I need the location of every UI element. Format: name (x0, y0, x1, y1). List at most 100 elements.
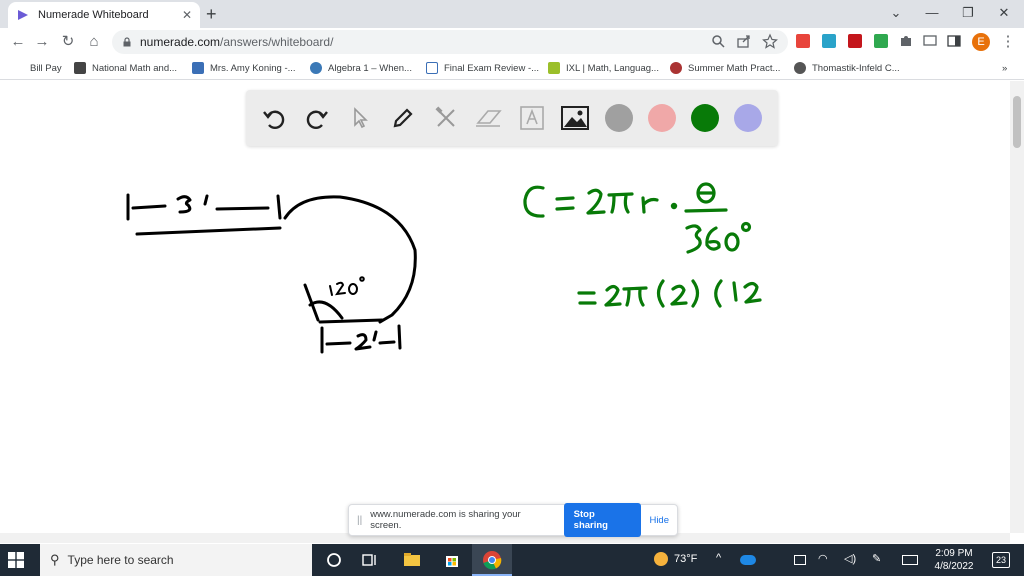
vertical-scrollbar[interactable] (1010, 81, 1024, 533)
bookmark-star-icon[interactable] (762, 33, 778, 49)
search-icon: ⚲ (50, 552, 60, 567)
bookmark-favicon-icon (74, 62, 86, 74)
zoom-icon[interactable] (710, 33, 726, 49)
drag-handle-icon[interactable]: || (357, 515, 362, 526)
pdf-extension-icon[interactable] (848, 34, 862, 48)
side-panel-icon[interactable] (946, 33, 962, 49)
notification-center-icon[interactable]: 23 (992, 552, 1010, 568)
scrollbar-thumb[interactable] (1013, 96, 1021, 148)
tools-icon (435, 106, 455, 127)
color-swatch-gray[interactable] (605, 104, 633, 132)
bookmark-item[interactable]: IXL | Math, Languag... (548, 60, 659, 76)
tray-chevron-icon[interactable]: ^ (716, 552, 721, 564)
profile-avatar[interactable]: E (972, 33, 990, 51)
chrome-taskbar-button[interactable] (472, 544, 512, 576)
pointer-tool[interactable] (344, 102, 376, 134)
bookmark-item[interactable]: Bill Pay (30, 60, 62, 76)
bookmark-item[interactable]: Summer Math Pract... (670, 60, 780, 76)
bookmark-item[interactable]: Final Exam Review -... (426, 60, 539, 76)
color-swatch-lavender[interactable] (734, 104, 762, 132)
taskbar-clock[interactable]: 2:09 PM 4/8/2022 (930, 547, 978, 573)
hide-button[interactable]: Hide (649, 515, 669, 526)
bookmark-favicon-icon (426, 62, 438, 74)
image-tool[interactable] (559, 102, 591, 134)
tab-title: Numerade Whiteboard (38, 9, 149, 21)
numerade-logo-icon (18, 10, 28, 20)
whiteboard-canvas[interactable] (0, 81, 1010, 533)
eraser-tool[interactable] (473, 102, 505, 134)
bookmark-item[interactable]: National Math and... (74, 60, 177, 76)
search-placeholder: Type here to search (67, 553, 174, 567)
minimize-button[interactable]: — (914, 2, 950, 24)
bookmarks-overflow-icon[interactable]: » (1002, 60, 1007, 76)
eraser-icon (476, 110, 502, 127)
new-tab-button[interactable]: + (206, 4, 217, 24)
address-bar[interactable]: numerade.com/answers/whiteboard/ (112, 30, 788, 54)
temperature: 73°F (674, 553, 698, 565)
globe-icon (794, 62, 806, 74)
cortana-icon[interactable] (324, 550, 344, 570)
extension-icon-4[interactable] (874, 34, 888, 48)
close-window-button[interactable]: ✕ (986, 2, 1022, 24)
chrome-icon (483, 551, 502, 570)
time: 2:09 PM (935, 548, 973, 559)
pen-tool[interactable] (387, 102, 419, 134)
tools-button[interactable] (430, 102, 462, 134)
onedrive-icon[interactable] (740, 555, 756, 565)
undo-button[interactable] (258, 102, 290, 134)
stop-sharing-button[interactable]: Stop sharing (563, 503, 642, 537)
tab-strip: Numerade Whiteboard ✕ + ⌄ — ❐ ✕ (0, 0, 1024, 28)
url-text: numerade.com/answers/whiteboard/ (140, 35, 334, 49)
taskbar-search-box[interactable]: ⚲ Type here to search (40, 544, 312, 576)
task-view-icon[interactable] (360, 550, 380, 570)
menu-kebab-icon[interactable]: ⋮ (998, 32, 1018, 52)
date: 4/8/2022 (934, 561, 974, 572)
store-icon[interactable] (442, 550, 462, 570)
bookmark-favicon-icon (192, 62, 204, 74)
text-tool[interactable] (516, 102, 548, 134)
color-swatch-pink[interactable] (648, 104, 676, 132)
browser-toolbar: ← → ↻ ⌂ numerade.com/answers/whiteboard/… (0, 28, 1024, 56)
image-icon (561, 106, 589, 130)
weather-widget[interactable]: 73°F (654, 552, 697, 566)
lock-icon (123, 37, 131, 47)
forward-button[interactable]: → (32, 32, 52, 52)
pen-tray-icon[interactable]: ✎ (872, 552, 881, 565)
share-icon[interactable] (736, 33, 752, 49)
wifi-icon[interactable]: ◠ (818, 552, 828, 565)
tab-numerade-whiteboard[interactable]: Numerade Whiteboard ✕ (8, 2, 200, 28)
volume-icon[interactable]: ◁) (844, 552, 856, 565)
bookmark-favicon-icon (670, 62, 682, 74)
home-button[interactable]: ⌂ (84, 32, 104, 52)
color-swatch-green[interactable] (691, 104, 719, 132)
ixl-icon (548, 62, 560, 74)
keyboard-icon[interactable] (902, 555, 918, 565)
pen-icon (393, 108, 413, 128)
file-explorer-icon[interactable] (402, 550, 422, 570)
tab-close-icon[interactable]: ✕ (182, 8, 192, 22)
bookmark-item[interactable]: Thomastik-Infeld C... (794, 60, 900, 76)
text-icon (520, 106, 544, 130)
tab-search-icon[interactable]: ⌄ (878, 2, 914, 24)
windows-start-icon[interactable] (8, 552, 24, 568)
whiteboard-toolbar (246, 90, 778, 146)
pointer-icon (354, 107, 368, 129)
windows-taskbar: ⚲ Type here to search 73°F ^ ◠ ◁) ✎ 2:09… (0, 544, 1024, 576)
weather-sun-icon (654, 552, 668, 566)
back-button[interactable]: ← (8, 32, 28, 52)
cast-icon[interactable] (922, 33, 938, 49)
bookmark-item[interactable]: Mrs. Amy Koning -... (192, 60, 296, 76)
undo-icon (263, 110, 285, 129)
extension-icon-1[interactable] (796, 34, 810, 48)
redo-button[interactable] (301, 102, 333, 134)
screen-share-banner: || www.numerade.com is sharing your scre… (348, 503, 678, 537)
extensions-puzzle-icon[interactable] (898, 33, 914, 49)
wordpress-icon (310, 62, 322, 74)
battery-icon[interactable] (794, 555, 806, 565)
bookmarks-bar: Bill Pay National Math and... Mrs. Amy K… (0, 56, 1024, 80)
reload-button[interactable]: ↻ (58, 32, 78, 52)
extension-icon-2[interactable] (822, 34, 836, 48)
restore-button[interactable]: ❐ (950, 2, 986, 24)
bookmark-item[interactable]: Algebra 1 – When... (310, 60, 412, 76)
share-message: www.numerade.com is sharing your screen. (370, 509, 521, 531)
